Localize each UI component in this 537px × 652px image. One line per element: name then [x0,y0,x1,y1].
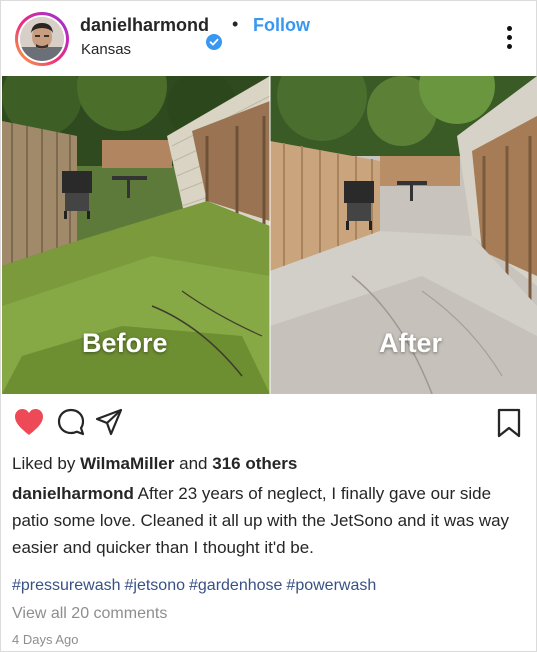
separator-dot: • [232,14,239,34]
paper-plane-icon[interactable] [94,407,124,442]
likes-summary: Liked by WilmaMiller and 316 others [12,454,297,474]
story-ring[interactable] [15,12,69,66]
hashtag-link[interactable]: #pressurewash [12,577,121,594]
bookmark-icon[interactable] [495,407,523,444]
username[interactable]: danielharmond [80,15,209,36]
liked-by-and: and [179,454,208,473]
heart-icon[interactable] [13,407,45,442]
before-label: Before [82,328,168,358]
hashtag-list: #pressurewash #jetsono #gardenhose #powerwa… [12,577,380,595]
hashtag-link[interactable]: #gardenhose [189,577,282,594]
avatar-photo [20,17,64,61]
liked-by-user[interactable]: WilmaMiller [80,454,174,473]
post-header: danielharmond • Follow Kansas [1,1,536,77]
comment-icon[interactable] [56,407,86,442]
view-comments-link[interactable]: View all 20 comments [12,605,167,623]
verified-badge-icon [206,34,222,50]
more-dots-icon[interactable] [501,26,517,54]
location-link[interactable]: Kansas [81,41,131,58]
hashtag-link[interactable]: #powerwash [286,577,376,594]
avatar[interactable] [18,15,66,63]
after-label: After [379,328,443,358]
action-bar [1,401,536,445]
follow-button[interactable]: Follow [253,15,310,36]
post-card: danielharmond • Follow Kansas Before Aft… [0,0,537,652]
hashtag-link[interactable]: #jetsono [125,577,186,594]
liked-by-others[interactable]: 316 others [212,454,297,473]
post-timestamp: 4 Days Ago [12,632,79,647]
caption: danielharmond After 23 years of neglect,… [12,480,522,561]
caption-username[interactable]: danielharmond [12,484,134,503]
liked-by-prefix: Liked by [12,454,76,473]
